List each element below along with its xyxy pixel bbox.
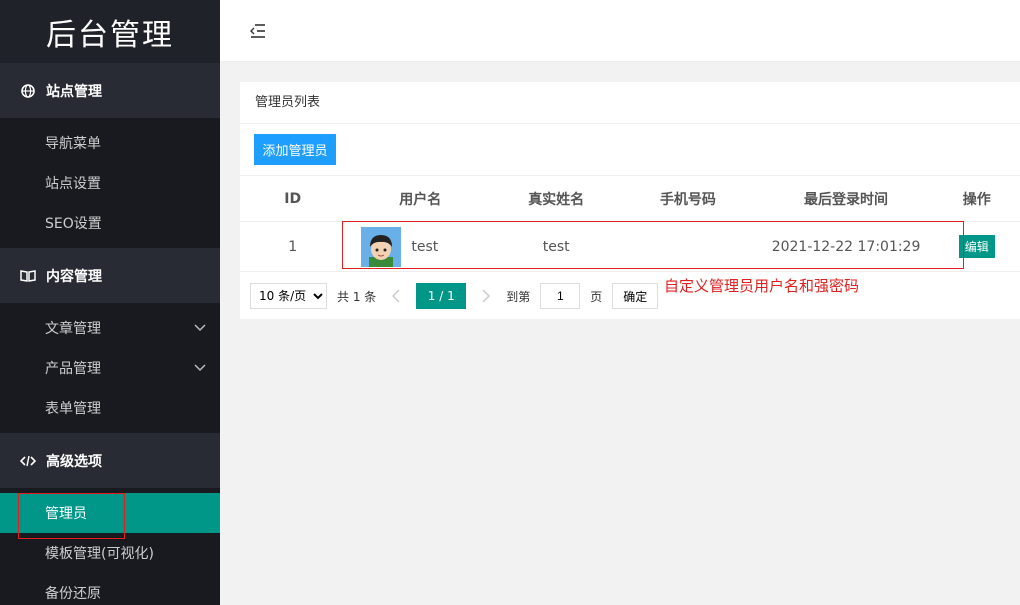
nav-group-label: 内容管理 [46, 268, 102, 285]
goto-label: 到第 [506, 289, 531, 304]
column-header-realname[interactable]: 真实姓名 [495, 175, 618, 222]
book-icon [20, 268, 36, 284]
column-header-username[interactable]: 用户名 [345, 175, 496, 222]
confirm-button[interactable]: 确定 [612, 283, 659, 309]
column-header-id[interactable]: ID [240, 175, 346, 222]
table-row: 1 test test 2021-12-22 17:01:29 编辑 [240, 221, 1020, 272]
globe-icon [20, 83, 36, 99]
nav-group-site[interactable]: 站点管理 [0, 63, 220, 118]
pagination: 10 条/页 共 1 条 1 / 1 到第 页 确定 [250, 283, 659, 309]
sidebar-item-site-settings[interactable]: 站点设置 [0, 163, 220, 203]
sidebar-item-nav-menu[interactable]: 导航菜单 [0, 123, 220, 163]
sidebar-item-backup[interactable]: 备份还原 [0, 573, 220, 605]
prev-page-icon[interactable] [388, 288, 404, 304]
sidebar-item-products[interactable]: 产品管理 [0, 348, 220, 388]
sidebar-item-admins[interactable]: 管理员 [0, 493, 220, 533]
cell-last-login: 2021-12-22 17:01:29 [758, 221, 934, 272]
nav-group-content[interactable]: 内容管理 [0, 248, 220, 303]
cell-id: 1 [240, 221, 346, 272]
nav-group-label: 站点管理 [46, 83, 102, 100]
sidebar-item-forms[interactable]: 表单管理 [0, 388, 220, 428]
fold-menu-icon[interactable] [250, 24, 266, 38]
total-count: 共 1 条 [337, 289, 377, 304]
sidebar-item-label: 文章管理 [45, 321, 101, 337]
cell-username: test [345, 221, 496, 272]
sidebar-item-seo-settings[interactable]: SEO设置 [0, 203, 220, 243]
nav-group-advanced[interactable]: 高级选项 [0, 433, 220, 488]
code-icon [20, 453, 36, 469]
annotation-text: 自定义管理员用户名和强密码 [664, 277, 860, 295]
column-header-last-login[interactable]: 最后登录时间 [758, 175, 934, 222]
username-text: test [411, 238, 439, 255]
next-page-icon[interactable] [478, 288, 494, 304]
edit-button[interactable]: 编辑 [958, 235, 995, 258]
cell-realname: test [495, 221, 618, 272]
sidebar-item-label: 产品管理 [45, 361, 101, 377]
page-size-select[interactable]: 10 条/页 [250, 283, 327, 309]
add-admin-button[interactable]: 添加管理员 [254, 134, 336, 165]
nav-group-label: 高级选项 [46, 453, 102, 470]
panel-title: 管理员列表 [240, 82, 1020, 124]
app-logo: 后台管理 [0, 0, 220, 63]
sidebar-item-articles[interactable]: 文章管理 [0, 308, 220, 348]
chevron-down-icon [194, 364, 206, 372]
table-header-row: ID 用户名 真实姓名 手机号码 最后登录时间 操作 [240, 175, 1020, 222]
cell-action: 编辑 [933, 221, 1020, 272]
chevron-down-icon [194, 324, 206, 332]
cell-phone [617, 221, 759, 272]
current-page[interactable]: 1 / 1 [416, 283, 467, 309]
sidebar: 后台管理 站点管理 导航菜单 站点设置 SEO设置 内容管理 文章管理 产品管理… [0, 0, 220, 605]
avatar [361, 226, 402, 267]
top-header [220, 0, 1020, 62]
column-header-phone[interactable]: 手机号码 [617, 175, 759, 222]
column-header-action: 操作 [933, 175, 1020, 222]
goto-page-input[interactable] [540, 283, 581, 309]
page-unit: 页 [590, 289, 603, 304]
admin-table: ID 用户名 真实姓名 手机号码 最后登录时间 操作 1 test test 2… [240, 175, 1020, 272]
sidebar-item-templates[interactable]: 模板管理(可视化) [0, 533, 220, 573]
